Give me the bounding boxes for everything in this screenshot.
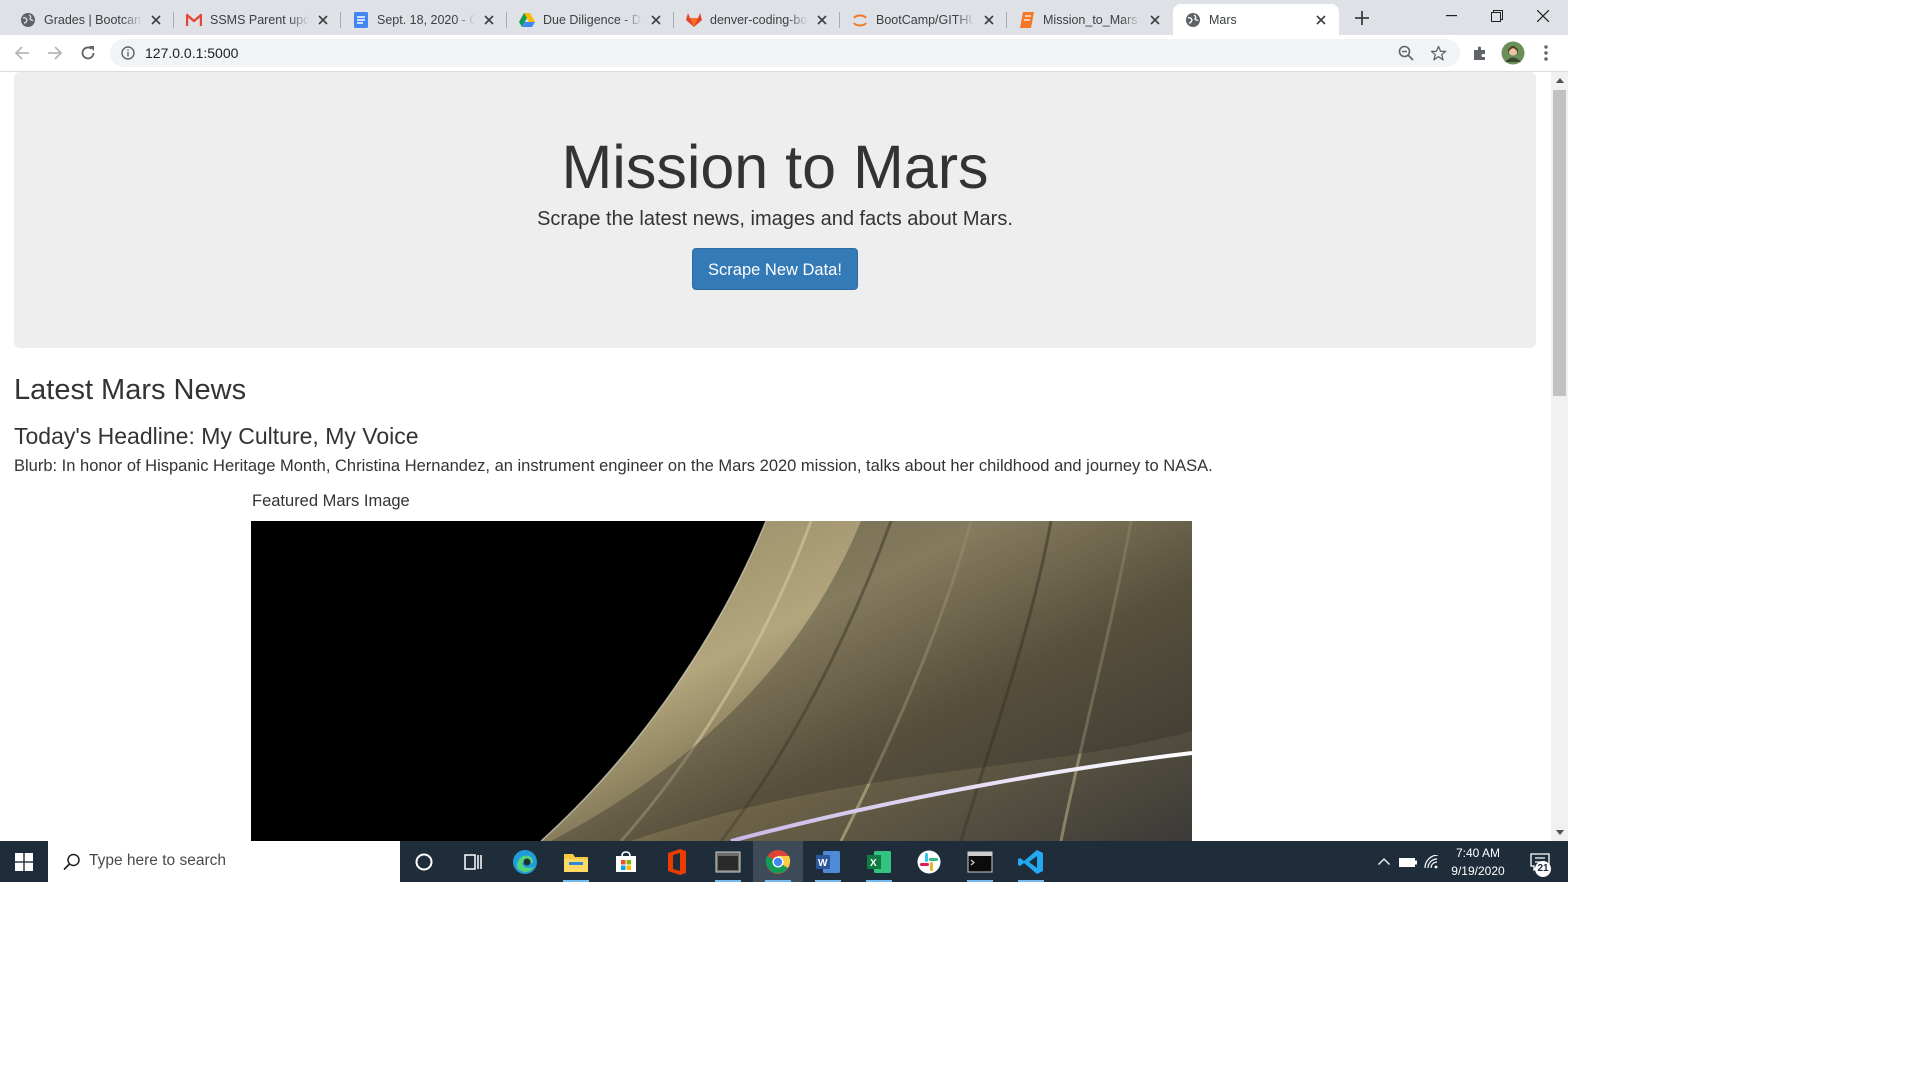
app-window-icon[interactable] — [703, 841, 753, 882]
tab-strip: Grades | Bootcamp SSMS Parent update Sep… — [0, 0, 1568, 35]
news-section-heading: Latest Mars News — [14, 374, 247, 406]
chrome-icon[interactable] — [753, 841, 803, 882]
page-subtitle: Scrape the latest news, images and facts… — [537, 208, 1013, 230]
search-placeholder: Type here to search — [89, 852, 226, 869]
office-icon[interactable] — [652, 841, 702, 882]
tab-title: SSMS Parent update — [210, 12, 309, 27]
tab-title: Mission_to_Mars - Jupyter — [1043, 12, 1141, 27]
docs-icon — [353, 11, 369, 28]
address-bar[interactable]: 127.0.0.1:5000 — [110, 39, 1460, 67]
page-title: Mission to Mars — [561, 133, 989, 201]
task-view-icon[interactable] — [449, 841, 499, 882]
news-blurb: Blurb: In honor of Hispanic Heritage Mon… — [14, 457, 1213, 475]
wifi-icon[interactable] — [1422, 841, 1442, 882]
url-text: 127.0.0.1:5000 — [145, 45, 239, 61]
search-icon — [63, 853, 80, 871]
tab-due-diligence[interactable]: Due Diligence - Drive — [507, 4, 674, 35]
zoom-icon[interactable] — [1396, 43, 1416, 63]
featured-image-label: Featured Mars Image — [252, 492, 410, 510]
excel-icon[interactable]: X — [854, 841, 904, 882]
drive-icon — [519, 12, 535, 28]
notebook-icon — [1019, 11, 1035, 28]
close-icon[interactable] — [981, 12, 997, 28]
windows-start-icon[interactable] — [0, 841, 48, 882]
back-button[interactable] — [9, 40, 35, 66]
tab-denver-coding[interactable]: denver-coding-bootcamp — [674, 4, 840, 35]
vscode-icon[interactable] — [1006, 841, 1056, 882]
restore-button[interactable] — [1474, 0, 1520, 32]
close-icon[interactable] — [648, 12, 664, 28]
slack-icon[interactable] — [904, 841, 954, 882]
svg-text:X: X — [870, 858, 877, 869]
tab-title: Mars — [1209, 12, 1237, 27]
close-icon[interactable] — [315, 12, 331, 28]
scrollbar-thumb[interactable] — [1553, 90, 1566, 396]
tab-google-docs[interactable]: Sept. 18, 2020 - Google Docs — [341, 4, 507, 35]
cortana-icon[interactable] — [399, 841, 449, 882]
new-tab-button[interactable] — [1350, 6, 1374, 30]
browser-toolbar: 127.0.0.1:5000 — [0, 35, 1568, 72]
tab-title: Grades | Bootcamp — [44, 12, 142, 27]
scroll-down-arrow-icon[interactable] — [1551, 824, 1568, 841]
tab-title: denver-coding-bootcamp — [710, 12, 808, 27]
bookmark-star-icon[interactable] — [1428, 43, 1448, 63]
tab-mars[interactable]: Mars — [1173, 4, 1339, 35]
scroll-up-arrow-icon[interactable] — [1551, 72, 1568, 89]
scrape-new-data-button[interactable]: Scrape New Data! — [692, 248, 858, 290]
gitlab-icon — [686, 12, 702, 28]
tab-title: Sept. 18, 2020 - Google Docs — [377, 12, 475, 27]
notification-count-badge: 21 — [1535, 861, 1551, 877]
vertical-scrollbar[interactable] — [1551, 72, 1568, 841]
taskbar-search-input[interactable]: Type here to search — [48, 841, 400, 882]
terminal-icon[interactable] — [955, 841, 1005, 882]
chevron-up-icon[interactable] — [1374, 841, 1394, 882]
word-icon[interactable]: W — [803, 841, 853, 882]
close-icon[interactable] — [1313, 12, 1329, 28]
tab-grades[interactable]: Grades | Bootcamp — [8, 4, 174, 35]
windows-taskbar: Type here to search W X 7:40 AM 9/19/202… — [0, 841, 1568, 882]
close-icon[interactable] — [814, 12, 830, 28]
close-icon[interactable] — [1147, 12, 1163, 28]
globe-icon — [1185, 12, 1201, 28]
forward-button[interactable] — [42, 40, 68, 66]
page-viewport: Mission to Mars Scrape the latest news, … — [0, 72, 1551, 841]
edge-icon[interactable] — [500, 841, 550, 882]
globe-icon — [20, 12, 36, 28]
info-icon[interactable] — [120, 45, 136, 61]
profile-avatar[interactable] — [1500, 40, 1526, 66]
close-icon[interactable] — [148, 12, 164, 28]
microsoft-store-icon[interactable] — [601, 841, 651, 882]
jupyter-icon — [852, 12, 868, 28]
close-icon[interactable] — [481, 12, 497, 28]
chrome-menu-icon[interactable] — [1533, 40, 1559, 66]
gmail-icon — [186, 12, 202, 28]
close-window-button[interactable] — [1520, 0, 1566, 32]
reload-button[interactable] — [75, 40, 101, 66]
tab-title: BootCamp/GITHUB — [876, 12, 975, 27]
tab-bootcamp-github[interactable]: BootCamp/GITHUB — [840, 4, 1007, 35]
extensions-puzzle-icon[interactable] — [1467, 40, 1493, 66]
file-explorer-icon[interactable] — [551, 841, 601, 882]
tab-title: Due Diligence - Drive — [543, 12, 642, 27]
featured-mars-image — [251, 521, 1192, 841]
tab-ssms-parent[interactable]: SSMS Parent update — [174, 4, 341, 35]
clock-time: 7:40 AM — [1455, 846, 1501, 860]
svg-text:W: W — [818, 858, 828, 869]
tab-mission-to-mars-notebook[interactable]: Mission_to_Mars - Jupyter — [1007, 4, 1173, 35]
clock-date: 9/19/2020 — [1451, 864, 1505, 878]
minimize-button[interactable] — [1428, 0, 1474, 32]
news-headline: Today's Headline: My Culture, My Voice — [14, 423, 419, 449]
system-clock[interactable]: 7:40 AM 9/19/2020 — [1440, 844, 1516, 880]
jumbotron: Mission to Mars Scrape the latest news, … — [14, 72, 1536, 348]
battery-icon[interactable] — [1396, 841, 1420, 882]
